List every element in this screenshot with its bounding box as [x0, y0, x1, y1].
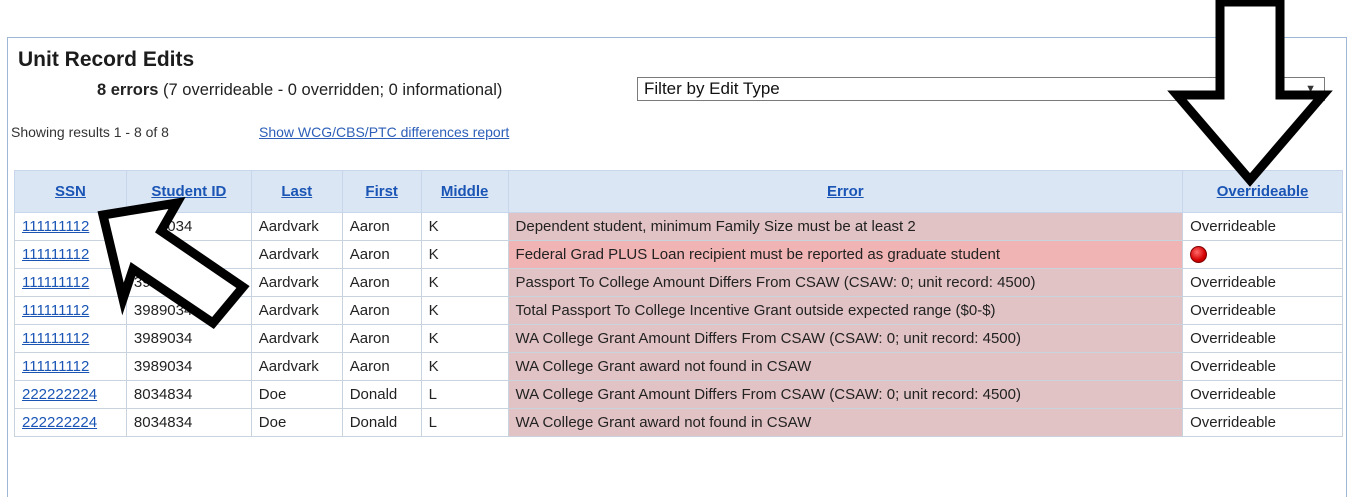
- middle-initial-cell: K: [420, 212, 509, 241]
- overrideable-cell: Overrideable: [1182, 352, 1343, 381]
- first-name-cell: Aaron: [341, 352, 422, 381]
- error-cell: WA College Grant Amount Differs From CSA…: [507, 324, 1184, 353]
- error-cell: Passport To College Amount Differs From …: [507, 268, 1184, 297]
- ssn-link[interactable]: 222222224: [22, 414, 97, 431]
- last-name-cell: Doe: [250, 408, 343, 437]
- overrideable-cell: Overrideable: [1182, 380, 1343, 409]
- error-cell: Federal Grad PLUS Loan recipient must be…: [507, 240, 1184, 269]
- first-name-cell: Aaron: [341, 240, 422, 269]
- overrideable-cell: Overrideable: [1182, 408, 1343, 437]
- first-name-cell: Donald: [341, 408, 422, 437]
- last-name-cell: Aardvark: [250, 352, 343, 381]
- first-name-cell: Aaron: [341, 296, 422, 325]
- middle-initial-cell: K: [420, 296, 509, 325]
- error-count: 8 errors: [97, 81, 159, 99]
- middle-initial-cell: K: [420, 324, 509, 353]
- overrideable-cell: Overrideable: [1182, 268, 1343, 297]
- table-row: 222222224 8034834 Doe Donald L WA Colleg…: [14, 380, 1343, 409]
- error-summary: 8 errors (7 overrideable - 0 overridden;…: [97, 81, 502, 100]
- first-name-cell: Aaron: [341, 268, 422, 297]
- ssn-link[interactable]: 111111112: [22, 302, 89, 319]
- student-id-cell: 8034834: [125, 408, 252, 437]
- first-name-cell: Aaron: [341, 324, 422, 353]
- middle-initial-cell: K: [420, 268, 509, 297]
- filter-value: Filter by Edit Type: [644, 79, 780, 98]
- results-count: Showing results 1 - 8 of 8: [11, 124, 169, 140]
- middle-initial-cell: K: [420, 352, 509, 381]
- ssn-link[interactable]: 111111112: [22, 330, 89, 347]
- overrideable-cell: Overrideable: [1182, 212, 1343, 241]
- column-header-error[interactable]: Error: [507, 170, 1184, 213]
- error-breakdown: (7 overrideable - 0 overridden; 0 inform…: [158, 81, 503, 99]
- ssn-cell: 222222224: [14, 408, 127, 437]
- student-id-cell: 8034834: [125, 380, 252, 409]
- student-id-cell: 3989034: [125, 352, 252, 381]
- ssn-link[interactable]: 111111112: [22, 274, 89, 291]
- table-row: 222222224 8034834 Doe Donald L WA Colleg…: [14, 408, 1343, 437]
- error-cell: WA College Grant award not found in CSAW: [507, 352, 1184, 381]
- page-title: Unit Record Edits: [18, 48, 195, 71]
- error-cell: Total Passport To College Incentive Gran…: [507, 296, 1184, 325]
- ssn-link[interactable]: 111111112: [22, 358, 89, 375]
- ssn-cell: 222222224: [14, 380, 127, 409]
- differences-report-link[interactable]: Show WCG/CBS/PTC differences report: [259, 124, 509, 140]
- last-name-cell: Doe: [250, 380, 343, 409]
- error-cell: Dependent student, minimum Family Size m…: [507, 212, 1184, 241]
- stop-icon: [1190, 246, 1208, 264]
- column-header-first[interactable]: First: [341, 170, 422, 213]
- first-name-cell: Aaron: [341, 212, 422, 241]
- ssn-cell: 111111112: [14, 352, 127, 381]
- down-arrow-icon: [1167, 0, 1333, 187]
- column-header-middle[interactable]: Middle: [420, 170, 509, 213]
- error-cell: WA College Grant Amount Differs From CSA…: [507, 380, 1184, 409]
- table-row: 111111112 3989034 Aardvark Aaron K WA Co…: [14, 352, 1343, 381]
- overrideable-cell: [1182, 240, 1343, 269]
- middle-initial-cell: K: [420, 240, 509, 269]
- ssn-link[interactable]: 111111112: [22, 246, 89, 263]
- error-cell: WA College Grant award not found in CSAW: [507, 408, 1184, 437]
- ssn-link[interactable]: 222222224: [22, 386, 97, 403]
- middle-initial-cell: L: [420, 380, 509, 409]
- middle-initial-cell: L: [420, 408, 509, 437]
- first-name-cell: Donald: [341, 380, 422, 409]
- ssn-link[interactable]: 111111112: [22, 218, 89, 235]
- diagonal-arrow-icon: [97, 197, 250, 330]
- overrideable-cell: Overrideable: [1182, 296, 1343, 325]
- overrideable-cell: Overrideable: [1182, 324, 1343, 353]
